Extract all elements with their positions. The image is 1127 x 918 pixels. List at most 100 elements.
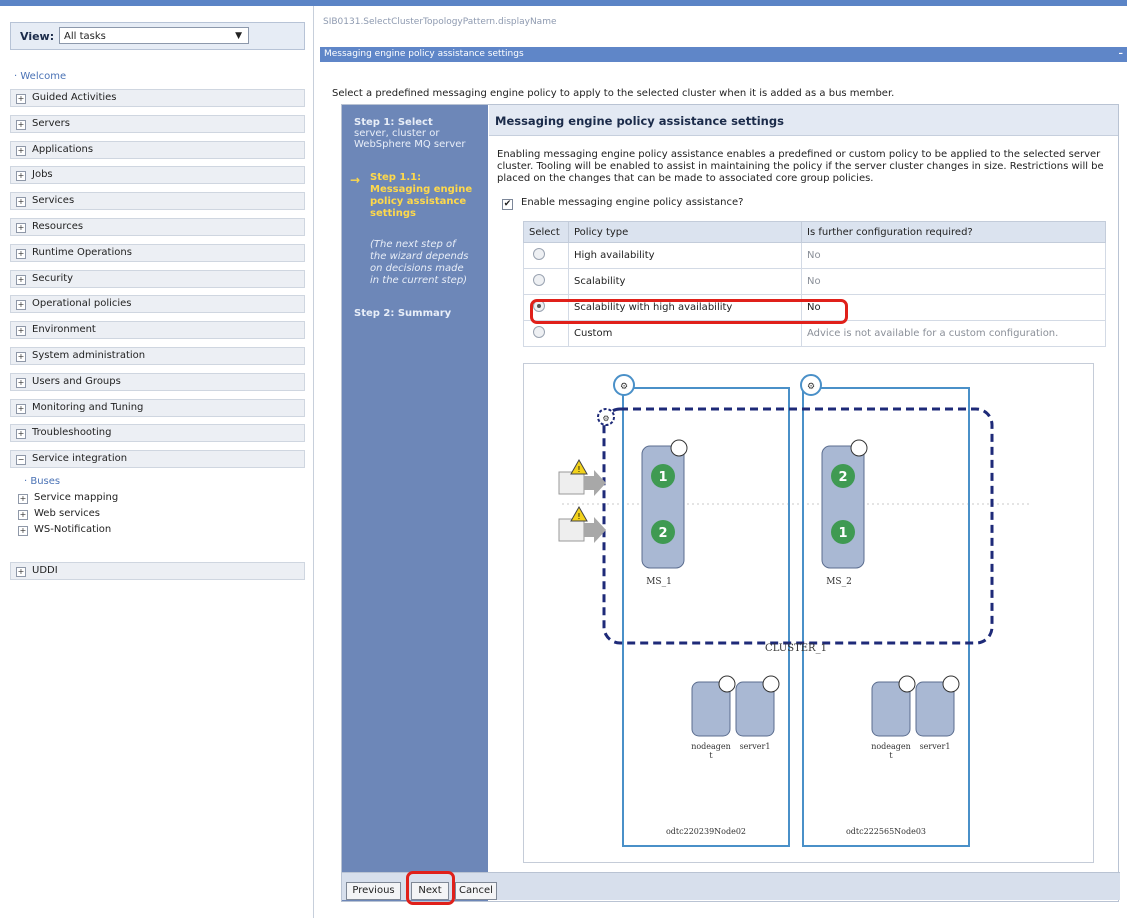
nav-item-label: Service integration bbox=[32, 453, 128, 465]
nav-item-resources[interactable]: + Resources bbox=[10, 218, 305, 236]
nav-item-guided-activities[interactable]: + Guided Activities bbox=[10, 89, 305, 107]
expand-icon[interactable]: + bbox=[16, 145, 26, 156]
nav-item-runtime-operations[interactable]: + Runtime Operations bbox=[10, 243, 305, 262]
nav-item-label: Users and Groups bbox=[32, 375, 121, 387]
expand-icon[interactable]: + bbox=[16, 326, 26, 337]
topology-diagram-svg: ⚙ ⚙ ⚙ CLUSTER_1 ! ! 1 2 MS_1 2 1 MS_2 no… bbox=[558, 374, 1029, 847]
policy-radio[interactable] bbox=[533, 274, 545, 286]
policy-select-cell bbox=[523, 242, 569, 269]
engine-ms2-label: MS_2 bbox=[826, 577, 852, 587]
expand-icon[interactable]: + bbox=[16, 171, 26, 182]
server-nodeagent-left-icon bbox=[718, 675, 736, 693]
nav-item-label: Services bbox=[32, 195, 75, 207]
page-header-title: Messaging engine policy assistance setti… bbox=[324, 49, 524, 59]
expand-icon[interactable]: + bbox=[16, 94, 26, 104]
nav-item-label: System administration bbox=[32, 350, 146, 361]
view-select-value: All tasks bbox=[64, 31, 106, 42]
engine-ms1-icon bbox=[670, 439, 688, 457]
next-button-highlight bbox=[406, 871, 455, 905]
expand-icon[interactable]: + bbox=[18, 510, 28, 520]
policy-radio[interactable] bbox=[533, 248, 545, 260]
node-icon-right-glyph: ⚙ bbox=[807, 382, 815, 392]
nav-subitem-buses[interactable]: · Buses bbox=[24, 476, 60, 487]
nav-item-uddi[interactable]: + UDDI bbox=[10, 562, 305, 580]
bus-icon-1: ! bbox=[558, 458, 606, 496]
nav-subitem-ws-notification[interactable]: + WS-Notification bbox=[18, 524, 111, 536]
nav-item-servers[interactable]: + Servers bbox=[10, 114, 305, 133]
intro-text: Select a predefined messaging engine pol… bbox=[332, 88, 895, 99]
expand-icon[interactable]: + bbox=[16, 567, 26, 577]
view-select[interactable]: All tasks ▼ bbox=[59, 27, 249, 44]
nav-item-environment[interactable]: + Environment bbox=[10, 321, 305, 340]
page-header: Messaging engine policy assistance setti… bbox=[320, 47, 1127, 62]
nav-welcome-link[interactable]: · Welcome bbox=[14, 71, 66, 82]
expand-icon[interactable]: + bbox=[16, 403, 26, 414]
nav-item-label: Monitoring and Tuning bbox=[32, 401, 144, 413]
policy-radio[interactable] bbox=[533, 326, 545, 338]
collapse-icon[interactable]: − bbox=[16, 455, 26, 466]
expand-icon[interactable]: + bbox=[16, 197, 26, 208]
nav-item-label: Security bbox=[32, 272, 74, 284]
expand-icon[interactable]: + bbox=[16, 429, 26, 440]
enable-policy-row: ✔ Enable messaging engine policy assistan… bbox=[502, 197, 743, 210]
server-server1-right-icon bbox=[942, 675, 960, 693]
nav-subitem-service-mapping[interactable]: + Service mapping bbox=[18, 492, 118, 504]
nav-item-system-administration[interactable]: + System administration bbox=[10, 347, 305, 365]
nav-item-troubleshooting[interactable]: + Troubleshooting bbox=[10, 424, 305, 443]
nav-item-security[interactable]: + Security bbox=[10, 269, 305, 288]
nav-item-services[interactable]: + Services bbox=[10, 192, 305, 211]
expand-icon[interactable]: + bbox=[16, 352, 26, 362]
engine-ms2-icon bbox=[850, 439, 868, 457]
policy-description: Enabling messaging engine policy assista… bbox=[497, 149, 1104, 184]
policy-row: Custom Advice is not available for a cust… bbox=[523, 320, 1106, 347]
nav-subitem-label: Web services bbox=[34, 508, 101, 519]
bus-icon-2: ! bbox=[558, 505, 606, 543]
node-icon-left-glyph: ⚙ bbox=[620, 382, 628, 392]
previous-button[interactable]: Previous bbox=[346, 882, 401, 900]
enable-policy-checkbox[interactable]: ✔ bbox=[502, 199, 513, 210]
policy-type-cell: High availability bbox=[568, 242, 802, 269]
cluster-icon-glyph: ⚙ bbox=[602, 414, 609, 423]
nav-item-jobs[interactable]: + Jobs bbox=[10, 166, 305, 185]
expand-icon[interactable]: + bbox=[16, 274, 26, 285]
expand-icon[interactable]: + bbox=[16, 248, 26, 259]
server-server1-left-label: server1 bbox=[740, 742, 771, 751]
nav-item-monitoring-and-tuning[interactable]: + Monitoring and Tuning bbox=[10, 398, 305, 417]
content-title: Messaging engine policy assistance setti… bbox=[495, 114, 784, 128]
cancel-button[interactable]: Cancel bbox=[455, 882, 497, 900]
wizard-steps-panel: Step 1: Select server, cluster or WebSph… bbox=[342, 105, 488, 901]
expand-icon[interactable]: + bbox=[16, 300, 26, 311]
nav-item-applications[interactable]: + Applications bbox=[10, 140, 305, 159]
expand-icon[interactable]: + bbox=[18, 494, 28, 504]
nav-item-operational-policies[interactable]: + Operational policies bbox=[10, 295, 305, 314]
step-2: Step 2: Summary bbox=[354, 308, 452, 319]
engine-ms1-slot-2-label: 2 bbox=[658, 526, 667, 541]
nav-item-service-integration[interactable]: − Service integration bbox=[10, 450, 305, 469]
nav-subitem-label: WS-Notification bbox=[34, 524, 112, 535]
nav-item-users-and-groups[interactable]: + Users and Groups bbox=[10, 372, 305, 391]
col-policy-type: Policy type bbox=[568, 221, 802, 243]
wizard-panel: Step 1: Select server, cluster or WebSph… bbox=[341, 104, 1119, 902]
nav-item-label: Environment bbox=[32, 324, 96, 336]
dropdown-arrow-icon: ▼ bbox=[235, 31, 242, 41]
collapse-icon[interactable]: – bbox=[1119, 47, 1124, 62]
nav-subitem-web-services[interactable]: + Web services bbox=[18, 508, 100, 520]
engine-ms1-label: MS_1 bbox=[646, 577, 672, 587]
nav-item-label: Jobs bbox=[32, 169, 53, 181]
expand-icon[interactable]: + bbox=[16, 377, 26, 388]
engine-ms1-slot-1-label: 1 bbox=[658, 470, 667, 485]
col-select: Select bbox=[523, 221, 569, 243]
view-filter-bar: View: All tasks ▼ bbox=[10, 22, 305, 50]
expand-icon[interactable]: + bbox=[16, 119, 26, 130]
step-note-line4: in the current step) bbox=[370, 275, 468, 286]
current-step-arrow-icon: → bbox=[350, 173, 361, 187]
expand-icon[interactable]: + bbox=[18, 526, 28, 536]
server-server1-right-label: server1 bbox=[920, 742, 951, 751]
breadcrumb: SIB0131.SelectClusterTopologyPattern.dis… bbox=[323, 17, 557, 27]
server-server1-left-icon bbox=[762, 675, 780, 693]
policy-table-header: Select Policy type Is further configurat… bbox=[523, 221, 1106, 243]
expand-icon[interactable]: + bbox=[16, 223, 26, 233]
node-right-label: odtc222565Node03 bbox=[846, 827, 926, 836]
policy-row: High availability No bbox=[523, 242, 1106, 269]
nav-item-label: Troubleshooting bbox=[32, 427, 112, 439]
